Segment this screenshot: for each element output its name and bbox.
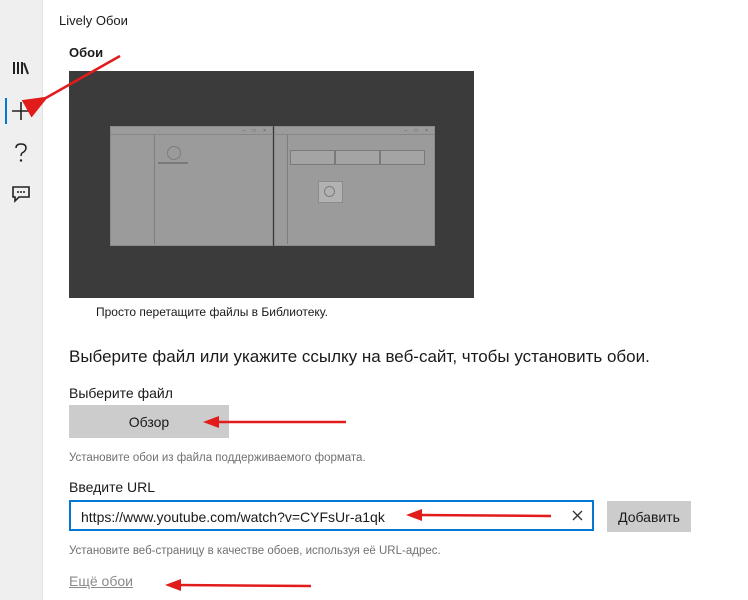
clear-icon[interactable] [570, 508, 584, 522]
file-hint: Установите обои из файла поддерживаемого… [69, 452, 366, 464]
preview-lively-window: – □ × [274, 126, 435, 246]
browse-button[interactable]: Обзор [69, 405, 229, 438]
annotation-arrow-more [165, 579, 312, 591]
add-icon [11, 101, 31, 121]
preview-file-explorer-window: – □ × [110, 126, 273, 246]
help-icon [14, 143, 28, 163]
feedback-icon [11, 185, 31, 203]
drop-caption: Просто перетащите файлы в Библиотеку. [96, 305, 328, 319]
nav-help-button[interactable] [0, 133, 42, 173]
add-url-button[interactable]: Добавить [607, 501, 691, 532]
navigation-sidebar [0, 0, 43, 600]
choose-source-heading: Выберите файл или укажите ссылку на веб-… [69, 347, 650, 366]
more-wallpapers-link[interactable]: Ещё обои [69, 573, 133, 589]
library-icon [12, 60, 30, 76]
url-field [69, 500, 594, 531]
wallpaper-section-heading: Обои [69, 45, 104, 60]
url-hint: Установите веб-страницу в качестве обоев… [69, 545, 441, 557]
drag-drop-preview-image: – □ × – □ × [69, 71, 474, 298]
url-input[interactable] [79, 502, 563, 531]
url-label: Введите URL [69, 479, 156, 495]
window-title: Lively Обои [59, 13, 128, 28]
nav-feedback-button[interactable] [0, 174, 42, 214]
nav-add-wallpaper-button[interactable] [0, 91, 42, 131]
choose-file-label: Выберите файл [69, 385, 173, 401]
nav-library-button[interactable] [0, 48, 42, 88]
